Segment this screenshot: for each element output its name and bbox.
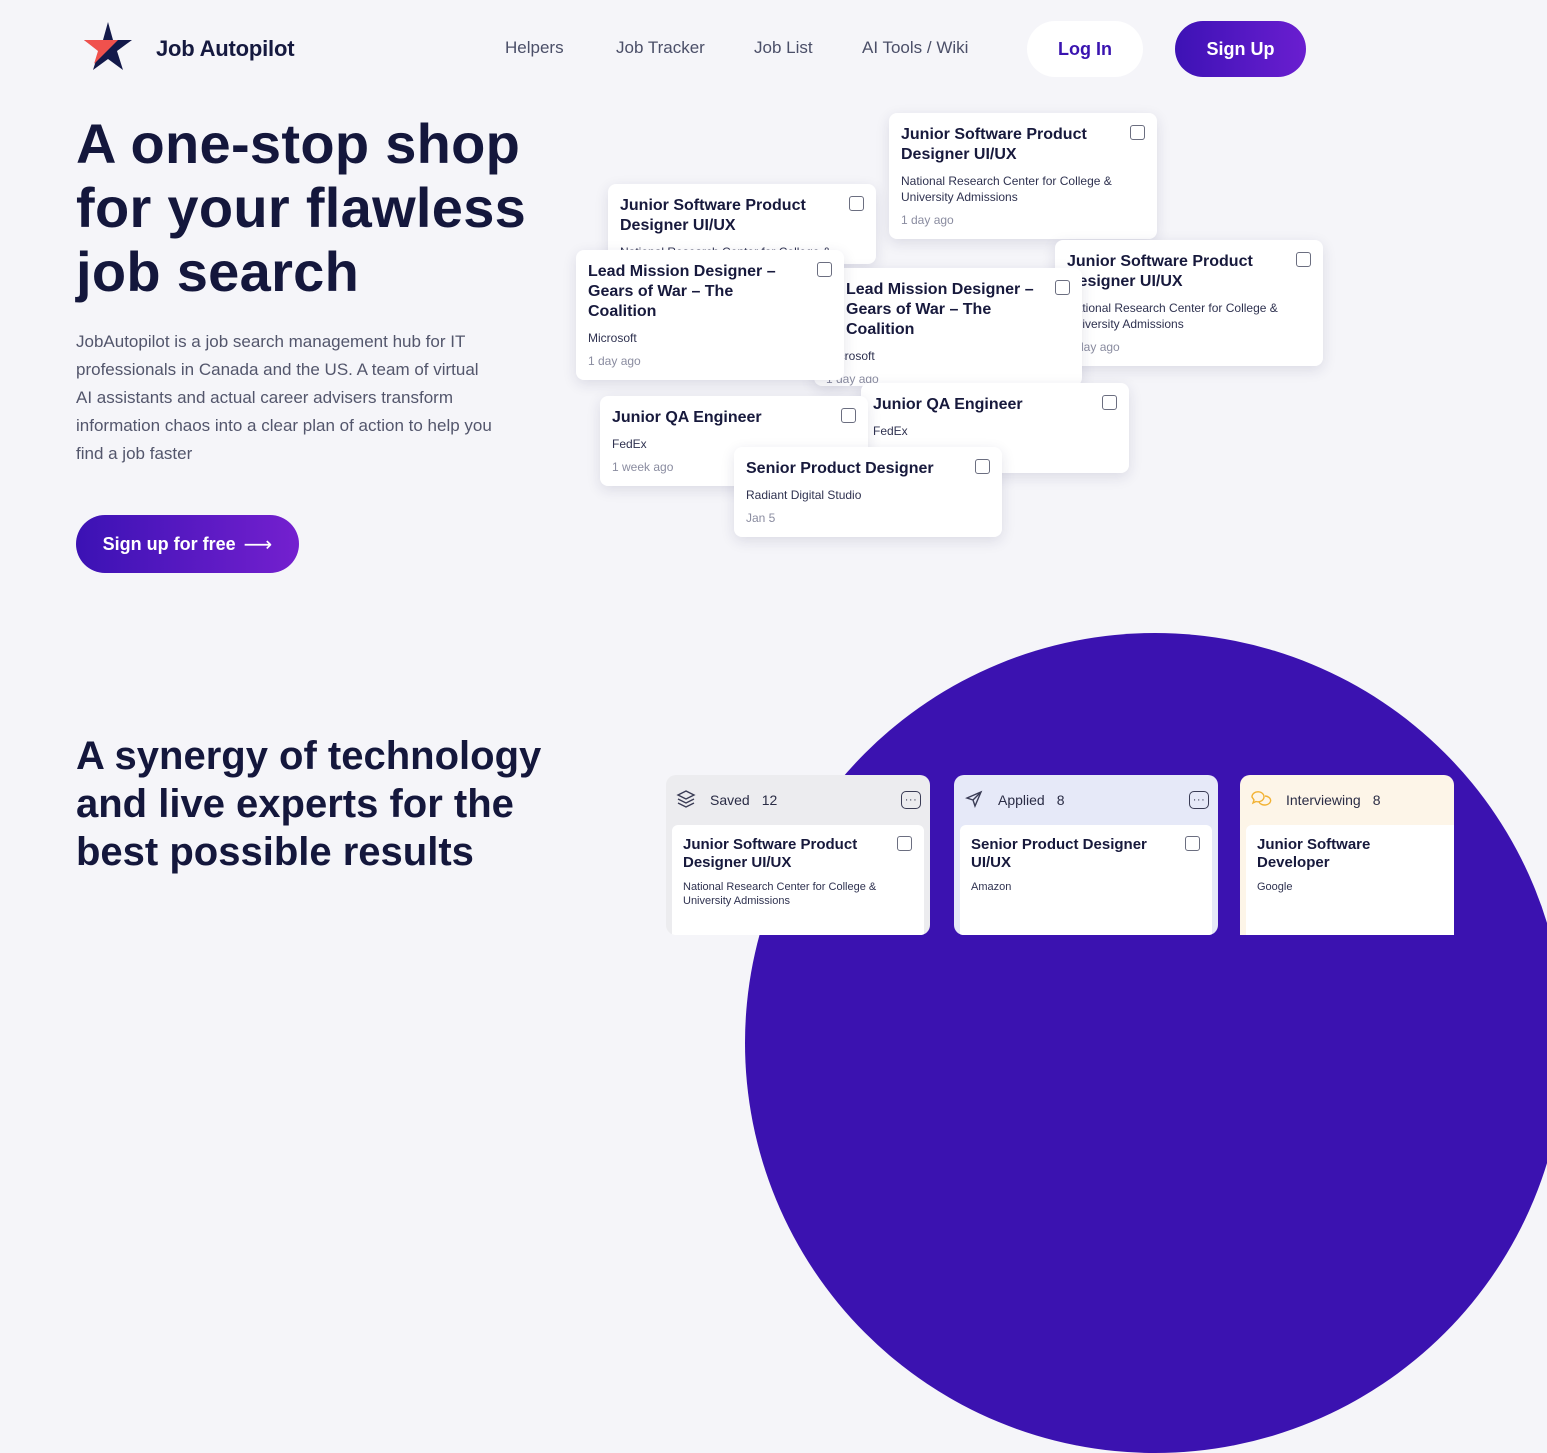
job-card[interactable]: Senior Product Designer Radiant Digital … bbox=[734, 447, 1002, 537]
job-card[interactable]: Lead Mission Designer – Gears of War – T… bbox=[576, 250, 844, 380]
section-title: A synergy of technology and live experts… bbox=[76, 734, 542, 874]
job-card-title: Junior Software Product Designer UI/UX bbox=[1067, 253, 1253, 290]
job-card-title: Junior QA Engineer bbox=[612, 409, 762, 426]
job-card-company: National Research Center for College & U… bbox=[1067, 301, 1278, 331]
column-header: Interviewing 8 bbox=[1240, 775, 1454, 825]
job-card-date: 1 day ago bbox=[588, 354, 641, 368]
job-card-company: FedEx bbox=[873, 424, 908, 438]
job-card-title: Senior Product Designer bbox=[746, 460, 934, 477]
board-card-checkbox[interactable] bbox=[897, 836, 912, 851]
board-card-checkbox[interactable] bbox=[1185, 836, 1200, 851]
login-button[interactable]: Log In bbox=[1027, 21, 1143, 77]
board-card-company: Amazon bbox=[971, 881, 1012, 893]
brand-logo[interactable]: Job Autopilot bbox=[82, 20, 295, 77]
arrow-right-icon: ⟶ bbox=[243, 533, 273, 556]
board-card-title: Senior Product Designer UI/UX bbox=[971, 836, 1147, 871]
job-card-checkbox[interactable] bbox=[817, 262, 832, 277]
job-card-checkbox[interactable] bbox=[1296, 252, 1311, 267]
nav-item-ai-tools-wiki[interactable]: AI Tools / Wiki bbox=[862, 38, 968, 58]
board-card-company: Google bbox=[1257, 881, 1293, 893]
job-card[interactable]: Junior Software Product Designer UI/UX N… bbox=[1055, 240, 1323, 366]
signup-button[interactable]: Sign Up bbox=[1175, 21, 1306, 77]
job-card-company: Radiant Digital Studio bbox=[746, 488, 862, 502]
column-name: Applied bbox=[998, 792, 1045, 808]
decorative-circle bbox=[745, 633, 1547, 1453]
signup-free-label: Sign up for free bbox=[102, 533, 236, 554]
job-card-checkbox[interactable] bbox=[975, 459, 990, 474]
job-card-title: Lead Mission Designer – Gears of War – T… bbox=[588, 263, 776, 320]
job-card-title: Junior Software Product Designer UI/UX bbox=[901, 126, 1087, 163]
job-card-date: Jan 5 bbox=[746, 511, 776, 525]
board-column-saved: Saved 12 ··· Junior Software Product Des… bbox=[666, 775, 930, 935]
job-card-checkbox[interactable] bbox=[1102, 395, 1117, 410]
signup-free-button[interactable]: Sign up for free ⟶ bbox=[76, 515, 299, 573]
hero-description: JobAutopilot is a job search management … bbox=[76, 332, 492, 463]
job-card[interactable]: Lead Mission Designer – Gears of War – T… bbox=[814, 268, 1082, 386]
job-card-title: Lead Mission Designer – Gears of War – T… bbox=[846, 281, 1034, 338]
nav-item-job-list[interactable]: Job List bbox=[754, 38, 813, 58]
board-card[interactable]: Junior Software Product Designer UI/UX N… bbox=[672, 825, 924, 935]
star-logo-icon bbox=[82, 20, 134, 77]
nav-item-helpers[interactable]: Helpers bbox=[505, 38, 564, 58]
column-count: 8 bbox=[1372, 792, 1381, 808]
more-options-icon[interactable]: ··· bbox=[1189, 791, 1209, 809]
board-card[interactable]: Junior Software Developer Google bbox=[1246, 825, 1454, 935]
column-header: Applied 8 ··· bbox=[954, 775, 1218, 825]
job-card-company: Microsoft bbox=[826, 349, 875, 363]
column-count: 8 bbox=[1056, 792, 1065, 808]
job-card-date: 1 day ago bbox=[1067, 340, 1120, 354]
board-card-company: National Research Center for College & U… bbox=[683, 881, 877, 907]
column-header: Saved 12 ··· bbox=[666, 775, 930, 825]
brand-name: Job Autopilot bbox=[156, 35, 295, 61]
column-name: Interviewing bbox=[1286, 792, 1361, 808]
job-card-checkbox[interactable] bbox=[841, 408, 856, 423]
layers-icon bbox=[676, 789, 696, 812]
column-count: 12 bbox=[761, 792, 778, 808]
job-card-company: Microsoft bbox=[588, 331, 637, 345]
column-name: Saved bbox=[710, 792, 750, 808]
chat-bubbles-icon bbox=[1250, 789, 1272, 812]
job-card-date: 1 day ago bbox=[901, 213, 954, 227]
job-card-title: Junior QA Engineer bbox=[873, 396, 1023, 413]
board-column-applied: Applied 8 ··· Senior Product Designer UI… bbox=[954, 775, 1218, 935]
more-options-icon[interactable]: ··· bbox=[901, 791, 921, 809]
job-card[interactable]: Junior Software Product Designer UI/UX N… bbox=[889, 113, 1157, 239]
board-column-interviewing: Interviewing 8 Junior Software Developer… bbox=[1240, 775, 1454, 935]
board-card[interactable]: Senior Product Designer UI/UX Amazon bbox=[960, 825, 1212, 935]
send-icon bbox=[964, 789, 984, 812]
job-card-checkbox[interactable] bbox=[849, 196, 864, 211]
hero-title: A one-stop shop for your flawless job se… bbox=[76, 112, 527, 303]
board-card-title: Junior Software Product Designer UI/UX bbox=[683, 836, 858, 871]
job-card-checkbox[interactable] bbox=[1130, 125, 1145, 140]
job-card-company: National Research Center for College & U… bbox=[901, 174, 1112, 204]
board-card-title: Junior Software Developer bbox=[1257, 836, 1371, 871]
nav-item-job-tracker[interactable]: Job Tracker bbox=[616, 38, 705, 58]
job-card-checkbox[interactable] bbox=[1055, 280, 1070, 295]
job-card-title: Junior Software Product Designer UI/UX bbox=[620, 197, 806, 234]
